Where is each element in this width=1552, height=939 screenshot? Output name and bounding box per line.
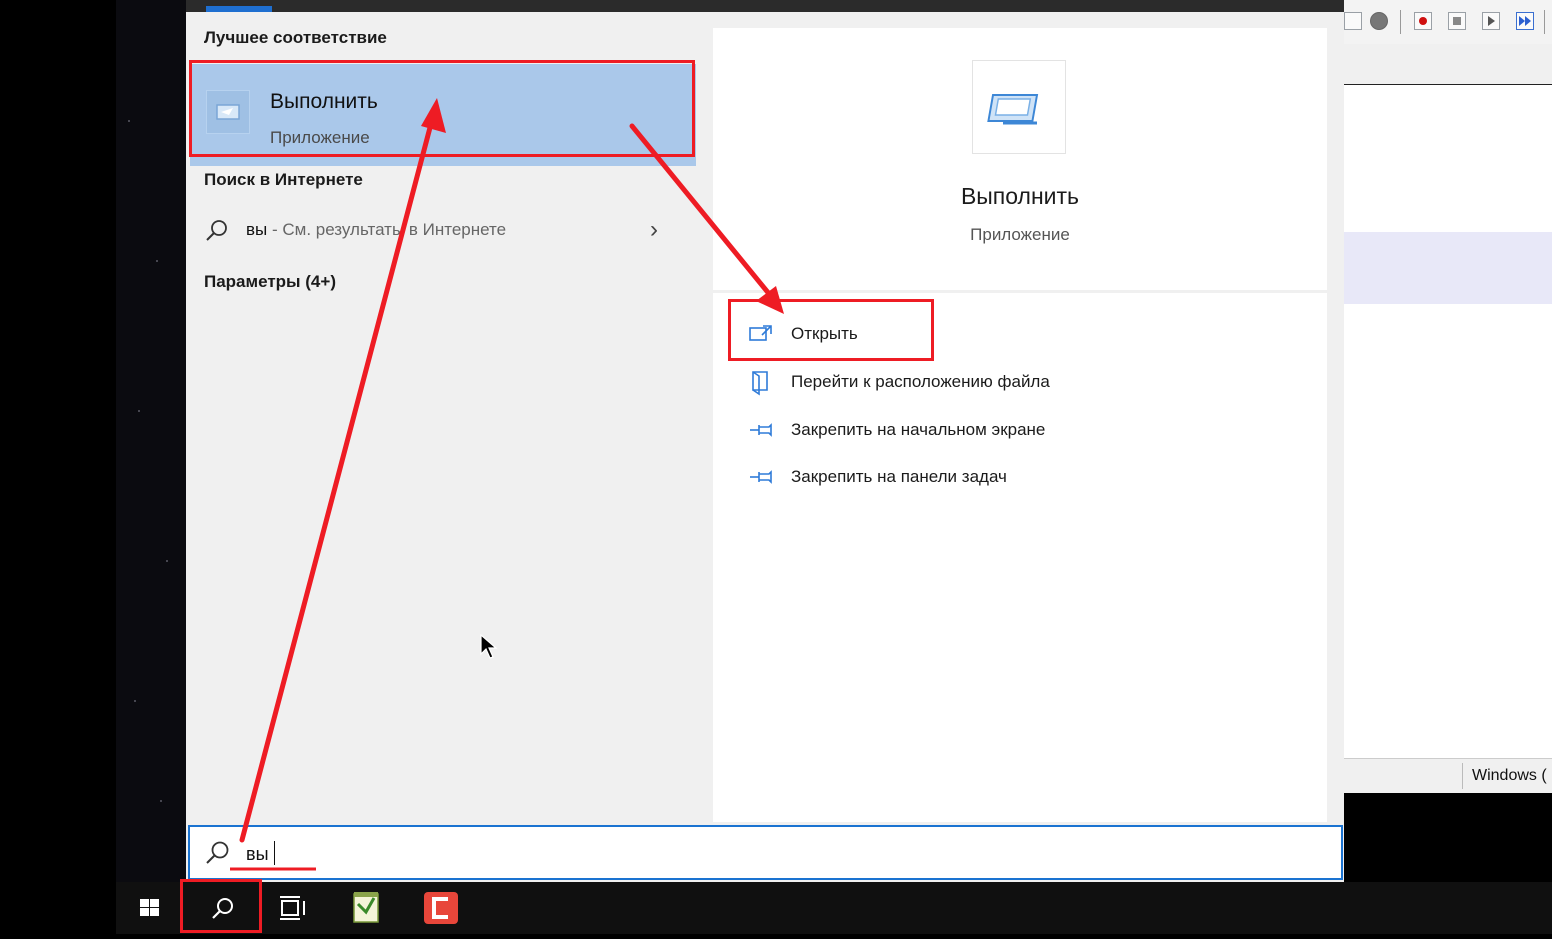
web-search-result[interactable]: вы - См. результаты в Интернете › (186, 212, 712, 248)
mouse-cursor-icon (480, 633, 498, 665)
windows-start-icon[interactable] (116, 882, 186, 934)
status-text: Windows ( (1472, 767, 1547, 784)
action-pin-taskbar[interactable]: Закрепить на панели задач (743, 459, 1243, 495)
red-app-icon[interactable] (406, 882, 476, 934)
status-separator (1462, 763, 1463, 789)
toolbar-separator (1544, 10, 1545, 34)
fast-forward-icon[interactable] (1516, 12, 1534, 30)
details-divider (713, 290, 1327, 293)
web-result-text: вы - См. результаты в Интернете (246, 220, 506, 240)
search-icon (204, 839, 232, 867)
web-query: вы (246, 220, 268, 239)
run-app-large-icon (972, 60, 1066, 154)
annotation-box-best-match (189, 60, 695, 157)
annotation-box-open (728, 299, 934, 361)
background-app-window: Windows ( (1344, 0, 1552, 793)
pin-taskbar-icon (747, 463, 775, 491)
search-input[interactable]: вы (188, 825, 1343, 880)
details-app-name: Выполнить (960, 183, 1080, 209)
play-icon[interactable] (1482, 12, 1500, 30)
action-pin-taskbar-label: Закрепить на панели задач (791, 467, 1007, 486)
background-toolbar (1344, 0, 1552, 45)
desktop-star (166, 560, 168, 562)
toolbar-separator (1400, 10, 1401, 34)
taskbar (116, 882, 1552, 934)
desktop-star (138, 410, 140, 412)
desktop-star (156, 260, 158, 262)
action-pin-start[interactable]: Закрепить на начальном экране (743, 412, 1243, 448)
action-pin-start-label: Закрепить на начальном экране (791, 420, 1046, 439)
search-query-text: вы (246, 844, 269, 864)
web-search-heading: Поиск в Интернете (204, 170, 363, 189)
search-icon (204, 218, 230, 244)
settings-heading[interactable]: Параметры (4+) (204, 272, 336, 292)
desktop-star (160, 800, 162, 802)
details-app-type: Приложение (970, 225, 1070, 244)
task-view-icon[interactable] (258, 882, 328, 934)
desktop-star (128, 120, 130, 122)
action-file-location-label: Перейти к расположению файла (791, 372, 1050, 391)
web-hint: - См. результаты в Интернете (267, 220, 507, 239)
desktop-background (116, 0, 186, 882)
record-icon[interactable] (1414, 12, 1432, 30)
flyout-top-tabs (186, 0, 1344, 12)
chevron-right-icon[interactable]: › (650, 216, 658, 244)
desktop-star (134, 700, 136, 702)
background-selected-row (1344, 232, 1552, 304)
background-subtoolbar (1344, 44, 1552, 85)
pin-start-icon (747, 416, 775, 444)
text-caret (274, 841, 275, 865)
details-panel: Выполнить Приложение Открыть Перейти к р… (713, 28, 1327, 822)
annotation-box-taskbar-search (180, 879, 262, 933)
file-location-icon (747, 368, 775, 396)
toolbar-button[interactable] (1344, 12, 1362, 30)
toolbar-record-shape-icon[interactable] (1370, 12, 1388, 30)
stop-icon[interactable] (1448, 12, 1466, 30)
notepad-app-icon[interactable] (332, 882, 402, 934)
best-match-heading: Лучшее соответствие (204, 28, 387, 47)
background-status-bar: Windows ( (1344, 758, 1552, 793)
action-file-location[interactable]: Перейти к расположению файла (743, 364, 1243, 400)
